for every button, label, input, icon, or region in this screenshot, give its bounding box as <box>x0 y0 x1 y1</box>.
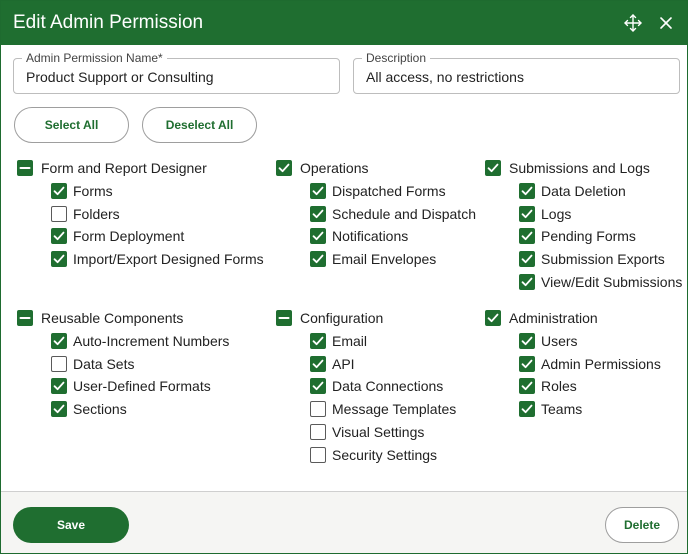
checked-checkbox[interactable] <box>310 228 326 244</box>
permission-item-label: Pending Forms <box>541 228 636 244</box>
checked-checkbox[interactable] <box>276 160 292 176</box>
checked-checkbox[interactable] <box>519 356 535 372</box>
checked-checkbox[interactable] <box>51 333 67 349</box>
permission-item-label: Folders <box>73 206 120 222</box>
checked-checkbox[interactable] <box>51 183 67 199</box>
admin-permission-name-value: Product Support or Consulting <box>26 69 214 85</box>
permission-item-label: Data Sets <box>73 356 135 372</box>
permission-item-label: Notifications <box>332 228 409 244</box>
checked-checkbox[interactable] <box>519 378 535 394</box>
indeterminate-checkbox[interactable] <box>17 160 33 176</box>
checked-checkbox[interactable] <box>519 401 535 417</box>
checked-checkbox[interactable] <box>51 251 67 267</box>
deselect-all-button[interactable]: Deselect All <box>142 107 257 143</box>
permission-item-label: Data Connections <box>332 378 444 394</box>
checked-checkbox[interactable] <box>310 378 326 394</box>
permission-item-label: Users <box>541 333 578 349</box>
unchecked-checkbox[interactable] <box>51 206 67 222</box>
permission-item-label: Data Deletion <box>541 183 626 199</box>
checked-checkbox[interactable] <box>519 274 535 290</box>
description-value: All access, no restrictions <box>366 69 524 85</box>
permission-item-label: View/Edit Submissions <box>541 274 683 290</box>
save-button[interactable]: Save <box>13 507 129 543</box>
checked-checkbox[interactable] <box>310 251 326 267</box>
permission-item-label: Security Settings <box>332 447 438 463</box>
checked-checkbox[interactable] <box>519 206 535 222</box>
checked-checkbox[interactable] <box>519 333 535 349</box>
permission-item-label: Schedule and Dispatch <box>332 206 476 222</box>
dialog-title: Edit Admin Permission <box>13 12 204 33</box>
checked-checkbox[interactable] <box>310 356 326 372</box>
indeterminate-checkbox[interactable] <box>17 310 33 326</box>
permission-item-label: Teams <box>541 401 583 417</box>
checked-checkbox[interactable] <box>51 228 67 244</box>
description-field[interactable]: Description All access, no restrictions <box>353 51 680 94</box>
checked-checkbox[interactable] <box>519 183 535 199</box>
delete-button[interactable]: Delete <box>605 507 679 543</box>
permission-item-label: Roles <box>541 378 577 394</box>
permission-item-label: Email Envelopes <box>332 251 437 267</box>
dialog-footer: Save Delete <box>1 492 687 553</box>
unchecked-checkbox[interactable] <box>310 447 326 463</box>
dialog-titlebar: Edit Admin Permission <box>1 1 687 45</box>
checked-checkbox[interactable] <box>51 378 67 394</box>
edit-admin-permission-dialog: Edit Admin Permission Admin Permission N… <box>0 0 688 554</box>
admin-permission-name-field[interactable]: Admin Permission Name* Product Support o… <box>13 51 340 94</box>
group-label: Reusable Components <box>41 310 184 326</box>
group-label: Configuration <box>300 310 384 326</box>
permission-item-label: Logs <box>541 206 572 222</box>
description-label: Description <box>362 51 431 65</box>
permission-item-label: Import/Export Designed Forms <box>73 251 264 267</box>
group-label: Submissions and Logs <box>509 160 650 176</box>
permission-item-label: Admin Permissions <box>541 356 661 372</box>
group-label: Form and Report Designer <box>41 160 207 176</box>
close-icon[interactable] <box>657 14 675 32</box>
checked-checkbox[interactable] <box>485 310 501 326</box>
unchecked-checkbox[interactable] <box>310 401 326 417</box>
indeterminate-checkbox[interactable] <box>276 310 292 326</box>
checked-checkbox[interactable] <box>310 183 326 199</box>
permission-item-label: Dispatched Forms <box>332 183 446 199</box>
permission-item-label: Forms <box>73 183 113 199</box>
unchecked-checkbox[interactable] <box>51 356 67 372</box>
checked-checkbox[interactable] <box>519 251 535 267</box>
checked-checkbox[interactable] <box>310 333 326 349</box>
permission-item-label: Email <box>332 333 368 349</box>
permission-item-label: Form Deployment <box>73 228 185 244</box>
permission-item-label: Sections <box>73 401 127 417</box>
select-all-button[interactable]: Select All <box>14 107 129 143</box>
admin-permission-name-label: Admin Permission Name* <box>22 51 167 65</box>
checked-checkbox[interactable] <box>519 228 535 244</box>
permission-item-label: Visual Settings <box>332 424 425 440</box>
checked-checkbox[interactable] <box>51 401 67 417</box>
unchecked-checkbox[interactable] <box>310 424 326 440</box>
permission-item-label: Auto-Increment Numbers <box>73 333 230 349</box>
checked-checkbox[interactable] <box>310 206 326 222</box>
move-icon[interactable] <box>623 13 643 33</box>
group-label: Administration <box>509 310 598 326</box>
checked-checkbox[interactable] <box>485 160 501 176</box>
group-label: Operations <box>300 160 369 176</box>
permission-item-label: User-Defined Formats <box>73 378 211 394</box>
permission-item-label: API <box>332 356 355 372</box>
permission-item-label: Submission Exports <box>541 251 665 267</box>
permission-item-label: Message Templates <box>332 401 457 417</box>
